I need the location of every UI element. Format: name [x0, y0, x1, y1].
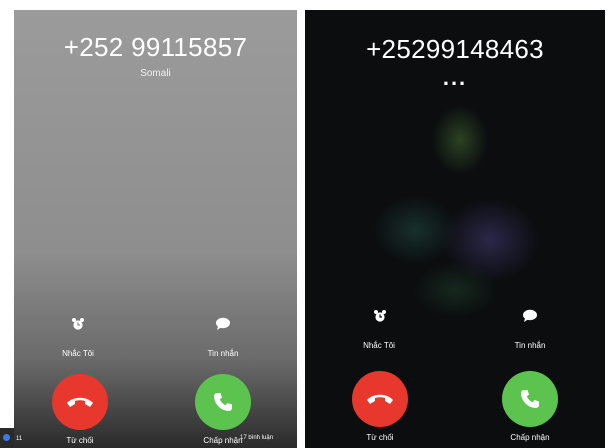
accept-button[interactable] [195, 374, 251, 430]
accept-label: Chấp nhận [510, 433, 550, 442]
message-label[interactable]: Tin nhắn [188, 349, 258, 358]
phone-icon [214, 393, 232, 411]
caller-number: +252 99115857 [63, 32, 248, 62]
reaction-icon [3, 434, 10, 441]
phone-hangup-icon [367, 394, 393, 404]
status-dots: ... [442, 65, 468, 90]
left-incoming-call-screen: +252 99115857 Somali Nhắc Tôi Tin nhắn T… [14, 10, 297, 448]
accept-button[interactable] [502, 371, 558, 427]
phone-hangup-icon [67, 397, 93, 407]
caller-number: +25299148463 [366, 34, 544, 64]
caller-location: Somali [140, 68, 171, 79]
social-overlay [0, 428, 14, 448]
decline-label: Từ chối [66, 436, 94, 445]
speech-bubble-icon[interactable] [522, 309, 538, 323]
alarm-clock-icon[interactable] [373, 309, 387, 323]
reaction-count: 11 [16, 436, 23, 442]
speech-bubble-icon[interactable] [215, 317, 231, 331]
alarm-clock-icon[interactable] [71, 317, 85, 331]
decline-label: Từ chối [366, 433, 394, 442]
phone-icon [521, 390, 539, 408]
right-incoming-call-screen: +25299148463 ... Nhắc Tôi Tin nhắn Từ ch… [305, 10, 605, 448]
remind-me-label[interactable]: Nhắc Tôi [344, 341, 414, 350]
decline-button[interactable] [352, 371, 408, 427]
decline-button[interactable] [52, 374, 108, 430]
message-label[interactable]: Tin nhắn [495, 341, 565, 350]
comment-count: 17 bình luận [240, 435, 274, 441]
remind-me-label[interactable]: Nhắc Tôi [43, 349, 113, 358]
